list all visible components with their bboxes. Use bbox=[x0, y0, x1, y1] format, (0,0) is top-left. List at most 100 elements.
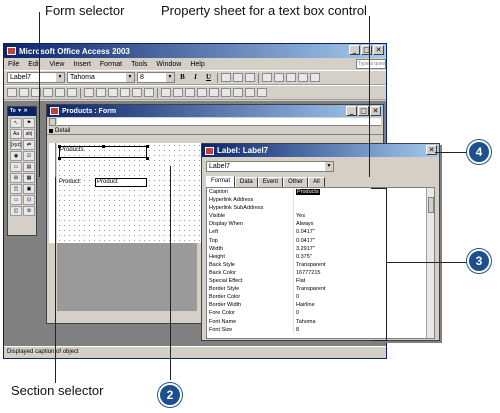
property-row[interactable]: Font Size 8 bbox=[207, 325, 434, 334]
caption-value[interactable]: Products bbox=[296, 189, 320, 195]
page-break-tool[interactable]: ▭ bbox=[10, 195, 22, 205]
properties-icon[interactable] bbox=[209, 88, 219, 97]
minimize-icon[interactable]: _ bbox=[349, 45, 360, 55]
menu-file[interactable]: File bbox=[8, 61, 19, 68]
menu-window[interactable]: Window bbox=[156, 61, 181, 68]
tab-all[interactable]: All bbox=[308, 177, 325, 187]
option-group-tool[interactable]: [xyz] bbox=[10, 140, 22, 150]
property-row[interactable]: Height 0.375" bbox=[207, 252, 434, 261]
menu-help[interactable]: Help bbox=[190, 61, 204, 68]
cut-icon[interactable] bbox=[84, 88, 94, 97]
italic-button[interactable]: I bbox=[190, 72, 201, 83]
bold-button[interactable]: B bbox=[177, 72, 188, 83]
close-icon[interactable]: ✕ bbox=[370, 106, 381, 116]
property-row[interactable]: Visible Yes bbox=[207, 212, 434, 221]
paste-icon[interactable] bbox=[108, 88, 118, 97]
form-titlebar[interactable]: Products : Form _ □ ✕ bbox=[47, 105, 383, 117]
label-tool[interactable]: Aa bbox=[10, 129, 22, 139]
line-color-icon[interactable] bbox=[286, 73, 296, 82]
new-object-icon[interactable] bbox=[245, 88, 255, 97]
font-size-combo[interactable]: 8 ▼ bbox=[137, 72, 175, 83]
text-box-tool[interactable]: ab| bbox=[23, 129, 35, 139]
property-row[interactable]: Width 3.2917" bbox=[207, 244, 434, 253]
object-combo[interactable]: Label7 ▼ bbox=[7, 72, 65, 83]
image-tool[interactable]: ▦ bbox=[23, 173, 35, 183]
align-center-icon[interactable] bbox=[233, 73, 243, 82]
option-button-tool[interactable]: ◉ bbox=[10, 151, 22, 161]
help-icon[interactable] bbox=[257, 88, 267, 97]
undo-icon[interactable] bbox=[132, 88, 142, 97]
unbound-frame-tool[interactable]: ◫ bbox=[10, 184, 22, 194]
database-window-icon[interactable] bbox=[233, 88, 243, 97]
more-controls-tool[interactable]: ⚙ bbox=[23, 206, 35, 216]
property-row[interactable]: Special Effect Flat bbox=[207, 277, 434, 286]
tab-format[interactable]: Format bbox=[206, 176, 236, 187]
control-wizards-tool[interactable]: ⚑ bbox=[23, 118, 35, 128]
line-width-icon[interactable] bbox=[298, 73, 308, 82]
property-row[interactable]: Hyperlink SubAddress bbox=[207, 204, 434, 213]
property-row[interactable]: Border Style Transparent bbox=[207, 285, 434, 294]
property-row[interactable]: Top 0.0417" bbox=[207, 236, 434, 245]
copy-icon[interactable] bbox=[96, 88, 106, 97]
menu-format[interactable]: Format bbox=[100, 61, 122, 68]
property-row[interactable]: Font Name Tahoma bbox=[207, 317, 434, 326]
font-color-icon[interactable] bbox=[274, 73, 284, 82]
field-list-icon[interactable] bbox=[161, 88, 171, 97]
save-icon[interactable] bbox=[19, 88, 29, 97]
redo-icon[interactable] bbox=[144, 88, 154, 97]
close-icon[interactable]: ✕ bbox=[426, 145, 437, 155]
property-row[interactable]: Border Color 0 bbox=[207, 293, 434, 302]
subform-tool[interactable]: ◱ bbox=[10, 206, 22, 216]
build-icon[interactable] bbox=[221, 88, 231, 97]
close-icon[interactable]: ✕ bbox=[373, 45, 384, 55]
autoformat-icon[interactable] bbox=[185, 88, 195, 97]
bound-frame-tool[interactable]: ▣ bbox=[23, 184, 35, 194]
property-row[interactable]: Display When Always bbox=[207, 220, 434, 229]
tab-event[interactable]: Event bbox=[257, 177, 284, 187]
control-selector-combo[interactable]: Label7 ▼ bbox=[206, 161, 334, 172]
print-preview-icon[interactable] bbox=[55, 88, 65, 97]
form-selector[interactable] bbox=[49, 118, 56, 126]
view-icon[interactable] bbox=[7, 88, 17, 97]
toolbox-title[interactable]: To ▼ ✕ bbox=[8, 107, 36, 116]
list-box-tool[interactable]: ▤ bbox=[23, 162, 35, 172]
property-row[interactable]: Fore Color 0 bbox=[207, 309, 434, 318]
detail-section-bar[interactable]: Detail bbox=[47, 127, 383, 135]
special-effect-icon[interactable] bbox=[310, 73, 320, 82]
property-scrollbar[interactable] bbox=[426, 188, 434, 338]
detail-section-grid[interactable]: Products Product: Product bbox=[57, 143, 217, 243]
property-row[interactable]: Left 0.0417" bbox=[207, 228, 434, 237]
access-titlebar[interactable]: Microsoft Office Access 2003 _ □ ✕ bbox=[4, 44, 386, 58]
maximize-icon[interactable]: □ bbox=[358, 106, 369, 116]
product-text-box[interactable]: Product bbox=[95, 178, 147, 187]
command-button-tool[interactable]: ⊞ bbox=[10, 173, 22, 183]
menu-tools[interactable]: Tools bbox=[131, 61, 147, 68]
property-sheet-titlebar[interactable]: Label: Label7 ✕ bbox=[202, 144, 439, 157]
property-row[interactable]: Border Width Hairline bbox=[207, 301, 434, 310]
product-field-label[interactable]: Product: bbox=[59, 179, 81, 185]
property-row[interactable]: Hyperlink Address bbox=[207, 196, 434, 205]
format-painter-icon[interactable] bbox=[120, 88, 130, 97]
menu-insert[interactable]: Insert bbox=[73, 61, 91, 68]
font-combo[interactable]: Tahoma ▼ bbox=[67, 72, 135, 83]
align-right-icon[interactable] bbox=[245, 73, 255, 82]
section-selector[interactable] bbox=[49, 129, 53, 133]
tab-control-tool[interactable]: ⊡ bbox=[23, 195, 35, 205]
minimize-icon[interactable]: _ bbox=[346, 106, 357, 116]
check-box-tool[interactable]: ☑ bbox=[23, 151, 35, 161]
fill-color-icon[interactable] bbox=[262, 73, 272, 82]
tab-other[interactable]: Other bbox=[283, 177, 309, 187]
toggle-button-tool[interactable]: ⇄ bbox=[23, 140, 35, 150]
print-icon[interactable] bbox=[43, 88, 53, 97]
underline-button[interactable]: U bbox=[203, 72, 214, 83]
toolbox-icon[interactable] bbox=[173, 88, 183, 97]
align-left-icon[interactable] bbox=[221, 73, 231, 82]
select-objects-tool[interactable]: ↖ bbox=[10, 118, 22, 128]
help-search-input[interactable]: Type a question for help bbox=[356, 59, 386, 69]
property-row[interactable]: Caption Products bbox=[207, 188, 434, 197]
maximize-icon[interactable]: □ bbox=[361, 45, 372, 55]
property-row[interactable]: Back Color 16777215 bbox=[207, 268, 434, 278]
tab-data[interactable]: Data bbox=[235, 177, 258, 187]
spelling-icon[interactable] bbox=[67, 88, 77, 97]
code-icon[interactable] bbox=[197, 88, 207, 97]
